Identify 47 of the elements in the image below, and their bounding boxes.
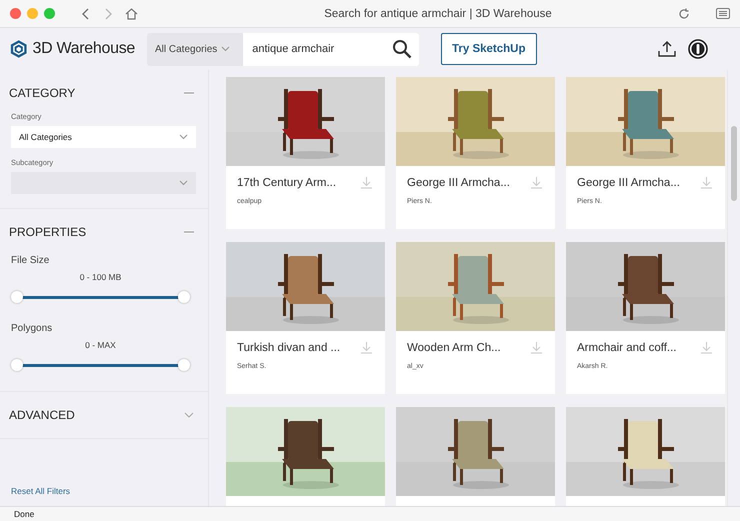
chevron-icon — [179, 180, 188, 186]
download-icon[interactable] — [700, 176, 713, 189]
slider-handle[interactable] — [178, 291, 190, 303]
cube-logo-icon[interactable] — [10, 38, 28, 60]
model-title[interactable]: Wooden Arm Ch... — [407, 342, 501, 354]
section-title: CATEGORY — [9, 86, 76, 100]
forward-icon[interactable] — [103, 8, 113, 20]
home-icon[interactable] — [125, 8, 138, 20]
download-icon[interactable] — [530, 176, 543, 189]
slider-handle[interactable] — [178, 359, 190, 371]
chevron-icon — [221, 46, 230, 52]
site-logo[interactable]: 3D Warehouse — [32, 40, 135, 58]
search-field[interactable]: All Categories antique armchair — [147, 32, 419, 66]
window-title: Search for antique armchair | 3D Warehouse — [323, 8, 553, 20]
model-title[interactable]: George III Armcha... — [407, 176, 510, 188]
download-icon[interactable] — [530, 341, 543, 354]
account-icon[interactable] — [688, 39, 708, 59]
close-window-button[interactable] — [10, 8, 21, 19]
model-title[interactable]: 17th Century Arm... — [237, 176, 336, 188]
download-icon[interactable] — [360, 176, 373, 189]
slider-handle[interactable] — [11, 359, 23, 371]
model-title[interactable]: Armchair and coff... — [577, 342, 676, 354]
model-title[interactable]: George III Armcha... — [577, 176, 680, 188]
search-icon[interactable] — [392, 39, 412, 59]
reader-icon[interactable] — [716, 8, 730, 19]
reset-filters-link[interactable]: Reset All Filters — [0, 486, 208, 506]
scrollbar-thumb[interactable] — [731, 126, 737, 201]
range-reading: 0 - 100 MB — [78, 272, 122, 282]
select-field[interactable]: All Categories — [11, 126, 196, 148]
reload-icon[interactable] — [678, 8, 690, 20]
status-text: Done — [14, 509, 34, 519]
back-icon[interactable] — [81, 8, 91, 20]
model-title[interactable]: Turkish divan and ... — [237, 342, 340, 354]
minimize-window-button[interactable] — [27, 8, 38, 19]
chevron-icon — [179, 134, 188, 140]
upload-icon[interactable] — [658, 40, 676, 58]
try-sketchup-button[interactable]: Try SketchUp — [441, 33, 536, 65]
download-icon[interactable] — [360, 341, 373, 354]
section-title: PROPERTIES — [9, 225, 86, 239]
download-icon[interactable] — [700, 341, 713, 354]
slider-label: Polygons — [11, 323, 54, 334]
slider-handle[interactable] — [11, 291, 23, 303]
slider-label: File Size — [11, 255, 50, 266]
section-title: ADVANCED — [9, 408, 75, 422]
zoom-window-button[interactable] — [44, 8, 55, 19]
range-reading: 0 - MAX — [84, 340, 117, 350]
expand-icon[interactable] — [184, 410, 194, 420]
